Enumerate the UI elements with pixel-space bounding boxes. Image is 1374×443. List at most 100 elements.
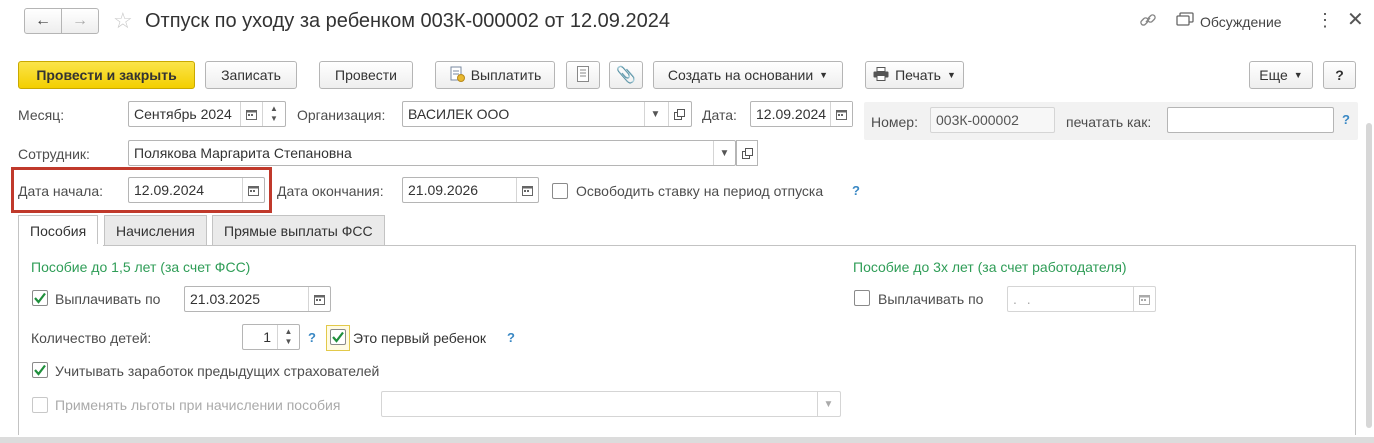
discussion-button[interactable]: Обсуждение <box>1176 12 1282 31</box>
calendar-icon[interactable] <box>516 178 538 202</box>
organization-value: ВАСИЛЕК ООО <box>408 106 510 122</box>
pay-until-checkbox[interactable] <box>32 290 48 306</box>
date-label: Дата: <box>702 107 737 123</box>
pay-until-label: Выплачивать по <box>55 291 161 307</box>
dropdown-arrow-icon[interactable]: ▼ <box>713 141 735 165</box>
start-date-label: Дата начала: <box>18 183 104 199</box>
calendar-icon[interactable] <box>242 178 264 202</box>
right-pay-until-label: Выплачивать по <box>878 291 984 307</box>
post-button[interactable]: Провести <box>319 61 413 89</box>
right-benefit-title: Пособие до 3х лет (за счет работодателя) <box>853 259 1127 275</box>
help-icon[interactable]: ? <box>852 183 860 198</box>
checkmark-icon <box>332 331 344 343</box>
arrow-left-icon: ← <box>35 12 51 29</box>
month-spinner[interactable]: ▲ ▼ <box>262 102 285 126</box>
chat-icon <box>1176 12 1194 31</box>
employee-value: Полякова Маргарита Степановна <box>134 145 352 161</box>
calendar-icon[interactable] <box>308 287 330 311</box>
post-and-close-button[interactable]: Провести и закрыть <box>18 61 195 89</box>
print-button[interactable]: Печать ▼ <box>865 61 964 89</box>
back-button[interactable]: ← <box>24 8 62 34</box>
document-list-icon <box>577 65 589 85</box>
spinner-up-icon[interactable]: ▲ <box>270 104 278 114</box>
more-vertical-icon[interactable]: ⋮ <box>1316 10 1334 30</box>
pay-until-value: 21.03.2025 <box>190 291 261 307</box>
date-value: 12.09.2024 <box>756 106 827 122</box>
attach-button[interactable]: 📎 <box>609 61 643 89</box>
tab-benefits[interactable]: Пособия <box>18 215 99 246</box>
right-pay-until-checkbox[interactable] <box>854 290 870 306</box>
apply-benefits-checkbox[interactable] <box>32 397 48 413</box>
help-icon[interactable]: ? <box>507 330 515 345</box>
list-document-button[interactable] <box>566 61 600 89</box>
window-title: Отпуск по уходу за ребенком 003К-000002 … <box>145 10 670 32</box>
month-label: Месяц: <box>18 107 65 123</box>
children-spinner[interactable]: ▲ ▼ <box>277 325 299 349</box>
create-based-on-label: Создать на основании <box>667 67 814 83</box>
tab-accruals-label: Начисления <box>116 223 195 239</box>
end-date-value: 21.09.2026 <box>408 182 479 198</box>
apply-benefits-label: Применять льготы при начислении пособия <box>55 397 341 413</box>
apply-benefits-select[interactable] <box>381 391 841 417</box>
tab-accruals[interactable]: Начисления <box>104 215 207 245</box>
post-label: Провести <box>335 67 397 83</box>
employee-field[interactable]: Полякова Маргарита Степановна <box>128 140 736 166</box>
tab-fss-payments[interactable]: Прямые выплаты ФСС <box>212 215 385 245</box>
calendar-icon[interactable] <box>1133 287 1155 311</box>
tab-fss-payments-label: Прямые выплаты ФСС <box>224 223 373 239</box>
forward-button[interactable]: → <box>61 8 99 34</box>
save-button[interactable]: Записать <box>205 61 297 89</box>
close-icon[interactable]: ✕ <box>1347 9 1364 31</box>
consider-earnings-checkbox[interactable] <box>32 362 48 378</box>
bottom-edge <box>0 437 1374 443</box>
help-icon[interactable]: ? <box>1342 112 1350 127</box>
paperclip-icon: 📎 <box>616 67 636 84</box>
end-date-label: Дата окончания: <box>277 183 384 199</box>
children-count-value: 1 <box>263 329 271 345</box>
children-count-label: Количество детей: <box>31 330 152 346</box>
dropdown-arrow-icon: ▼ <box>819 70 829 80</box>
print-as-field[interactable] <box>1167 107 1334 133</box>
star-icon[interactable]: ☆ <box>113 8 133 34</box>
help-icon[interactable]: ? <box>308 330 316 345</box>
consider-earnings-label: Учитывать заработок предыдущих страховат… <box>55 363 380 379</box>
checkmark-icon <box>34 292 46 304</box>
discussion-label: Обсуждение <box>1200 13 1282 30</box>
title-bar: ← → ☆ Отпуск по уходу за ребенком 003К-0… <box>0 0 1374 44</box>
create-based-on-button[interactable]: Создать на основании ▼ <box>653 61 843 89</box>
number-field: 003К-000002 <box>930 107 1055 133</box>
first-child-label: Это первый ребенок <box>353 330 487 346</box>
free-rate-label: Освободить ставку на период отпуска <box>576 183 824 199</box>
calendar-icon[interactable] <box>240 102 262 126</box>
open-icon[interactable] <box>668 102 690 126</box>
dropdown-arrow-icon: ▼ <box>946 70 956 80</box>
right-pay-until-value: . . <box>1013 291 1034 307</box>
open-icon[interactable] <box>736 140 758 166</box>
dropdown-arrow-icon: ▼ <box>1293 70 1303 80</box>
scrollbar[interactable] <box>1366 123 1372 428</box>
tab-benefits-label: Пособия <box>30 223 87 239</box>
spinner-down-icon[interactable]: ▼ <box>285 337 293 347</box>
free-rate-checkbox[interactable] <box>552 183 568 199</box>
more-button[interactable]: Еще ▼ <box>1249 61 1313 89</box>
employee-label: Сотрудник: <box>18 146 90 162</box>
save-label: Записать <box>221 67 281 83</box>
spinner-down-icon[interactable]: ▼ <box>270 114 278 124</box>
calendar-icon[interactable] <box>830 102 852 126</box>
number-value: 003К-000002 <box>936 112 1019 128</box>
first-child-checkbox[interactable] <box>330 329 346 345</box>
pay-button[interactable]: Выплатить <box>435 61 555 89</box>
left-benefit-title: Пособие до 1,5 лет (за счет ФСС) <box>31 259 251 275</box>
more-label: Еще <box>1259 67 1288 83</box>
dropdown-arrow-icon[interactable]: ▼ <box>817 392 839 416</box>
arrow-right-icon: → <box>72 12 88 29</box>
spinner-up-icon[interactable]: ▲ <box>285 327 293 337</box>
link-icon[interactable] <box>1138 10 1158 30</box>
help-label: ? <box>1335 67 1344 83</box>
dropdown-arrow-icon[interactable]: ▼ <box>644 102 666 126</box>
start-date-value: 12.09.2024 <box>134 182 205 198</box>
help-button[interactable]: ? <box>1323 61 1356 89</box>
month-value: Сентябрь 2024 <box>134 106 232 122</box>
pay-label: Выплатить <box>470 67 542 83</box>
printer-icon <box>873 66 889 84</box>
